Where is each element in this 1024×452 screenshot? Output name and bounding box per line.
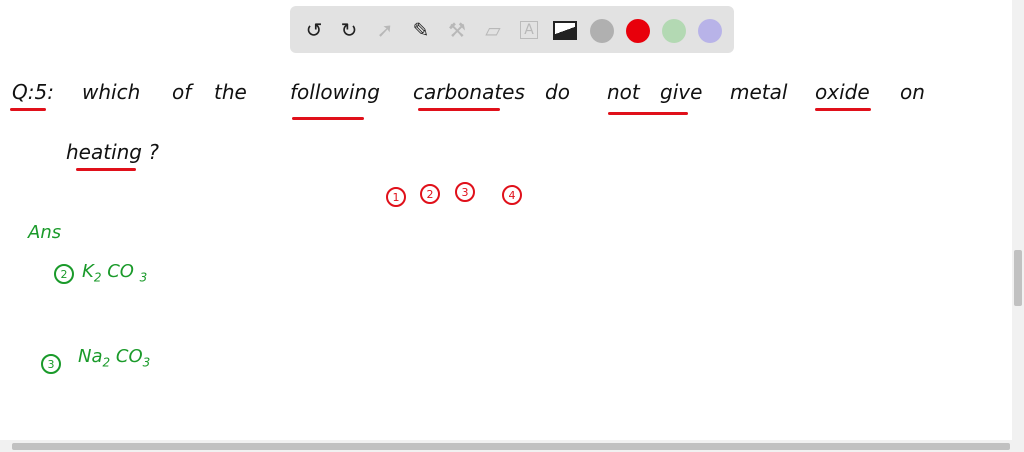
word: of	[172, 80, 192, 104]
color-green[interactable]	[662, 19, 686, 43]
text-icon[interactable]: A	[517, 18, 541, 42]
option-2: 2	[420, 184, 440, 204]
underline	[418, 108, 500, 111]
word: carbonates	[413, 80, 525, 104]
underline	[292, 117, 364, 120]
underline	[608, 112, 688, 115]
horizontal-scroll-thumb[interactable]	[12, 443, 1010, 450]
word: which	[82, 80, 141, 104]
word: give	[660, 80, 703, 104]
tools-icon[interactable]: ⚒	[445, 18, 469, 42]
option-4: 4	[502, 185, 522, 205]
vertical-scroll-thumb[interactable]	[1014, 250, 1022, 306]
color-red[interactable]	[626, 19, 650, 43]
toolbar: ↺ ↻ ➚ ✎ ⚒ ▱ A	[290, 6, 734, 53]
option-1: 1	[386, 187, 406, 207]
color-gray[interactable]	[590, 19, 614, 43]
answer-formula: K2 CO 3	[82, 261, 148, 285]
underline	[815, 108, 871, 111]
answer-number: 3	[41, 354, 61, 374]
word: metal	[730, 80, 788, 104]
answer-label: Ans	[28, 222, 62, 243]
eraser-icon[interactable]: ▱	[481, 18, 505, 42]
redo-icon[interactable]: ↻	[337, 18, 361, 42]
answer-formula: Na2 CO3	[78, 346, 151, 370]
word: following	[290, 80, 380, 104]
underline	[10, 108, 46, 111]
word: oxide	[815, 80, 870, 104]
underline	[76, 168, 136, 171]
word: the	[214, 80, 247, 104]
undo-icon[interactable]: ↺	[302, 18, 326, 42]
vertical-scrollbar[interactable]	[1012, 0, 1024, 440]
question-label: Q:5:	[12, 80, 54, 104]
image-icon[interactable]	[553, 18, 577, 42]
select-icon[interactable]: ➚	[373, 18, 397, 42]
color-purple[interactable]	[698, 19, 722, 43]
horizontal-scrollbar[interactable]	[0, 440, 1024, 452]
question-line2: heating ?	[66, 140, 159, 164]
pen-icon[interactable]: ✎	[409, 18, 433, 42]
answer-number: 2	[54, 264, 74, 284]
word: not	[607, 80, 640, 104]
word: on	[900, 80, 925, 104]
word: do	[545, 80, 570, 104]
option-3: 3	[455, 182, 475, 202]
